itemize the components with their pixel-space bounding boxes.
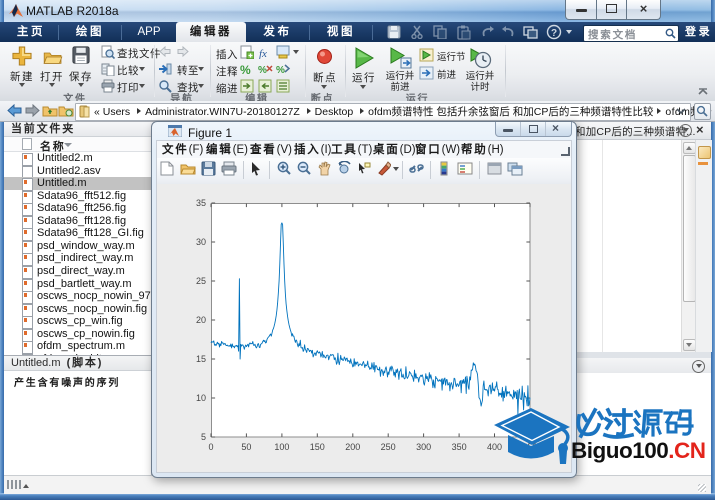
svg-text:20: 20 — [196, 315, 206, 325]
svg-text:30: 30 — [196, 237, 206, 247]
svg-text:%: % — [258, 65, 267, 76]
svg-text:50: 50 — [241, 442, 251, 452]
svg-text:35: 35 — [196, 198, 206, 208]
svg-text:fx: fx — [259, 48, 267, 59]
svg-text:5: 5 — [201, 432, 206, 442]
svg-text:200: 200 — [345, 442, 360, 452]
svg-text:300: 300 — [416, 442, 431, 452]
svg-text:0: 0 — [208, 442, 213, 452]
svg-text:Biguo100.CN: Biguo100.CN — [571, 438, 706, 463]
svg-text:100: 100 — [274, 442, 289, 452]
svg-text:?: ? — [551, 28, 557, 39]
svg-text:150: 150 — [310, 442, 325, 452]
svg-text:350: 350 — [452, 442, 467, 452]
svg-text:%: % — [240, 63, 251, 76]
svg-text:%: % — [276, 65, 285, 76]
svg-text:10: 10 — [196, 393, 206, 403]
svg-text:15: 15 — [196, 354, 206, 364]
svg-text:25: 25 — [196, 276, 206, 286]
svg-text:250: 250 — [381, 442, 396, 452]
